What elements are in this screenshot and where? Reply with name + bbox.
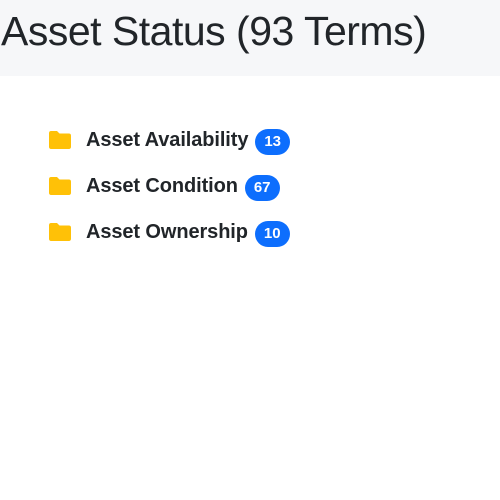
folder-icon <box>48 176 72 196</box>
term-label: Asset Condition <box>86 174 238 197</box>
page: Asset Status (93 Terms) Asset Availabili… <box>0 0 500 500</box>
term-item-asset-availability[interactable]: Asset Availability 13 <box>48 117 291 163</box>
page-title: Asset Status (93 Terms) <box>1 8 427 54</box>
term-list: Asset Availability 13 Asset Condition 67… <box>48 117 291 255</box>
term-item-asset-ownership[interactable]: Asset Ownership 10 <box>48 209 290 255</box>
term-count-badge: 67 <box>244 175 280 201</box>
term-count-badge: 10 <box>254 221 290 247</box>
term-label: Asset Ownership <box>86 220 248 243</box>
page-header: Asset Status (93 Terms) <box>0 0 500 76</box>
term-label: Asset Availability <box>86 128 249 151</box>
term-count-badge: 13 <box>255 129 291 155</box>
folder-icon <box>48 130 72 150</box>
folder-icon <box>48 222 72 242</box>
term-item-asset-condition[interactable]: Asset Condition 67 <box>48 163 290 209</box>
